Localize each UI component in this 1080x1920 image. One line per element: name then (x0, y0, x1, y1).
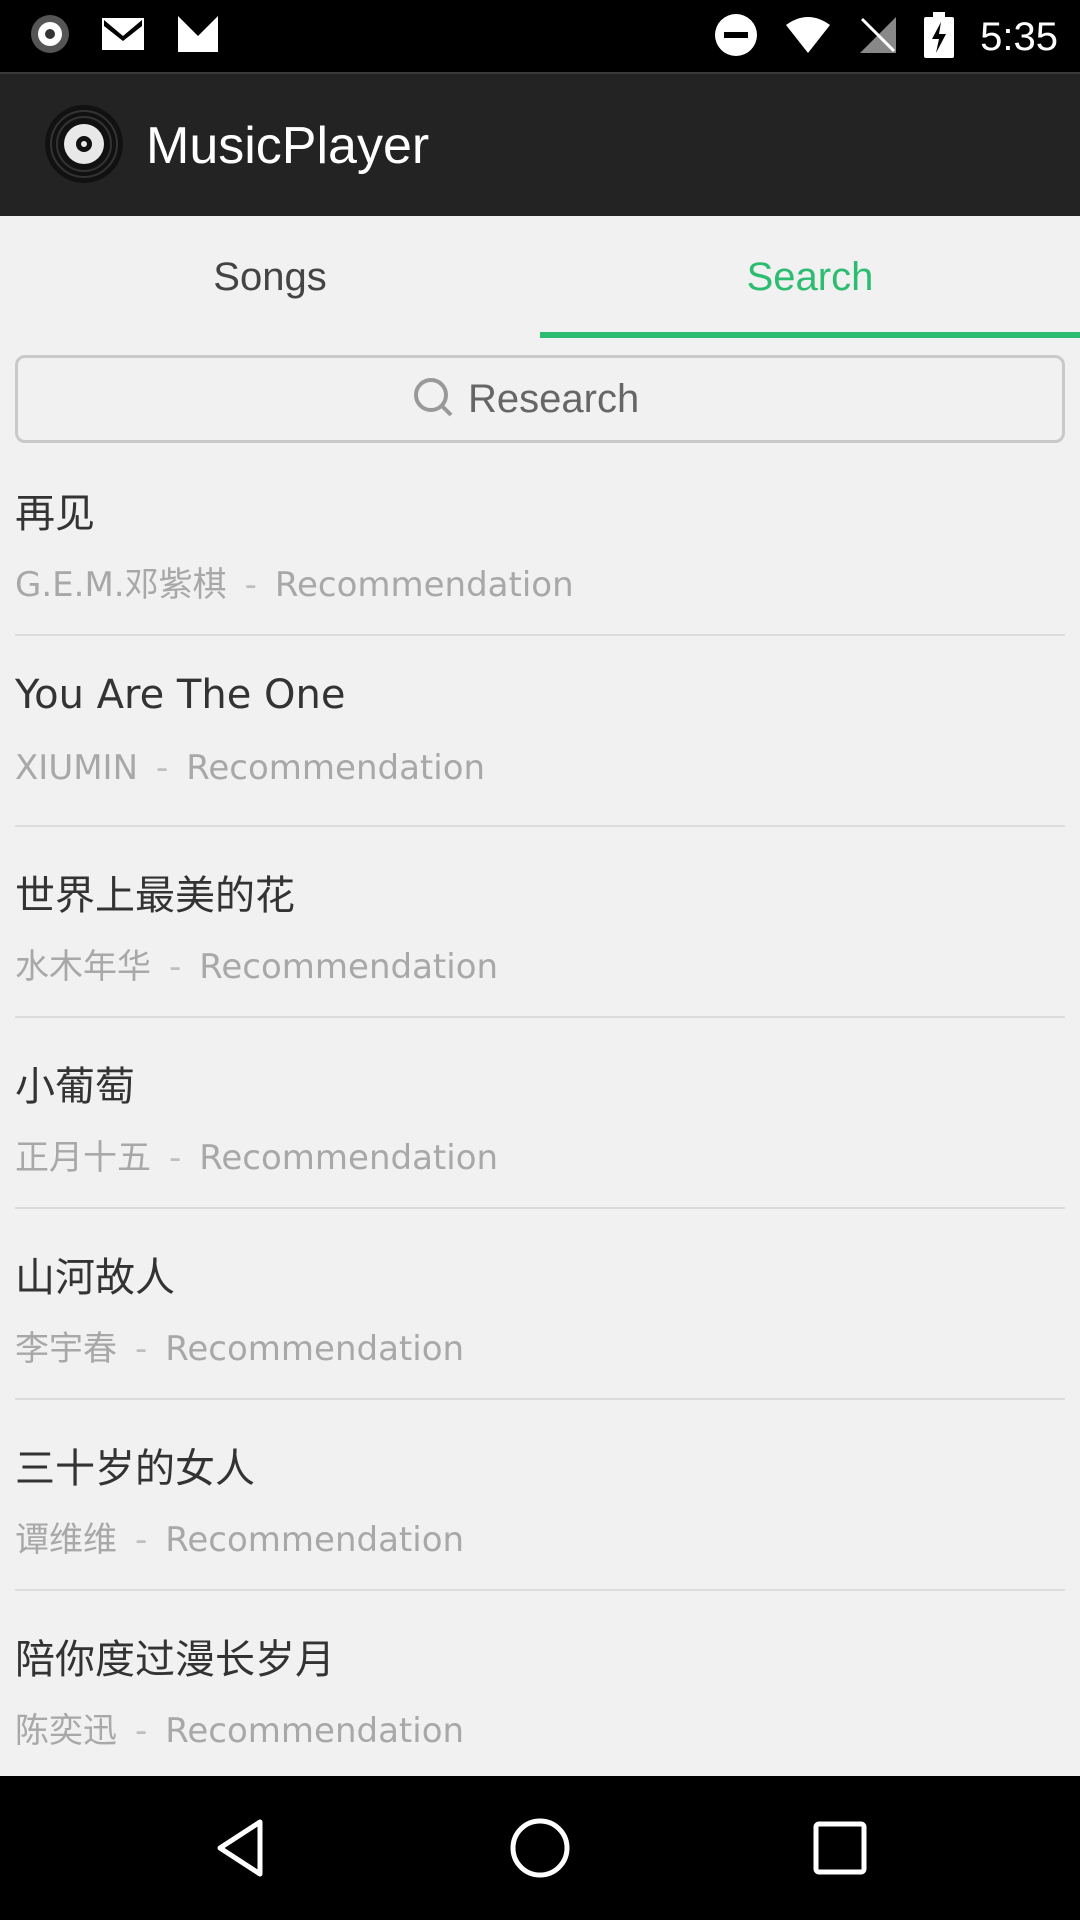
home-icon[interactable] (500, 1812, 580, 1884)
back-icon[interactable] (200, 1812, 280, 1884)
song-title: 三十岁的女人 (15, 1446, 255, 1492)
song-tag: Recommendation (274, 565, 574, 605)
tab-bar: Songs Search (0, 216, 1080, 338)
song-title: 山河故人 (15, 1255, 175, 1301)
song-meta: G.E.M.邓紫棋 - Recommendation (15, 557, 574, 606)
separator: - (169, 1138, 182, 1178)
list-item[interactable]: You Are The One XIUMIN - Recommendation (15, 636, 1065, 827)
music-disc-icon (30, 14, 70, 58)
list-item[interactable]: 小葡萄 正月十五 - Recommendation (15, 1018, 1065, 1209)
no-signal-icon (858, 15, 898, 59)
active-tab-indicator (540, 332, 1080, 338)
song-meta: XIUMIN - Recommendation (15, 748, 485, 788)
wifi-icon (784, 15, 832, 59)
tab-search[interactable]: Search (540, 216, 1080, 338)
list-item[interactable]: 山河故人 李宇春 - Recommendation (15, 1209, 1065, 1400)
search-results-list: 再见 G.E.M.邓紫棋 - Recommendation You Are The … (15, 445, 1065, 1782)
song-meta: 陈奕迅 - Recommendation (15, 1703, 464, 1752)
song-tag: Recommendation (165, 1520, 465, 1560)
song-artist: 谭维维 (15, 1520, 117, 1560)
separator: - (135, 1520, 148, 1560)
song-meta: 正月十五 - Recommendation (15, 1130, 498, 1179)
list-item[interactable]: 再见 G.E.M.邓紫棋 - Recommendation (15, 445, 1065, 636)
app-bar: MusicPlayer (0, 72, 1080, 216)
song-title: 陪你度过漫长岁月 (15, 1637, 335, 1683)
song-artist: 正月十五 (15, 1138, 151, 1178)
do-not-disturb-icon (714, 13, 758, 61)
list-item[interactable]: 世界上最美的花 水木年华 - Recommendation (15, 827, 1065, 1018)
song-title: You Are The One (15, 672, 346, 718)
song-tag: Recommendation (186, 748, 486, 788)
clock: 5:35 (980, 14, 1058, 59)
song-artist: G.E.M.邓紫棋 (15, 565, 227, 605)
app-title: MusicPlayer (146, 117, 430, 175)
vinyl-disc-icon (44, 104, 124, 184)
search-input[interactable] (468, 376, 668, 422)
search-box[interactable] (15, 355, 1065, 443)
song-meta: 谭维维 - Recommendation (15, 1512, 464, 1561)
song-title: 世界上最美的花 (15, 873, 295, 919)
gmail-icon (176, 14, 220, 58)
list-item[interactable]: 三十岁的女人 谭维维 - Recommendation (15, 1400, 1065, 1591)
song-artist: 陈奕迅 (15, 1711, 117, 1751)
song-tag: Recommendation (199, 947, 499, 987)
song-tag: Recommendation (199, 1138, 499, 1178)
search-icon (412, 376, 454, 422)
song-meta: 水木年华 - Recommendation (15, 939, 498, 988)
song-title: 再见 (15, 491, 95, 537)
song-tag: Recommendation (165, 1329, 465, 1369)
song-title: 小葡萄 (15, 1064, 135, 1110)
recents-icon[interactable] (800, 1812, 880, 1884)
gmail-icon (100, 16, 146, 56)
battery-charging-icon (924, 12, 955, 62)
tab-songs[interactable]: Songs (0, 216, 540, 338)
song-meta: 李宇春 - Recommendation (15, 1321, 464, 1370)
song-artist: 李宇春 (15, 1329, 117, 1369)
list-item[interactable]: 陪你度过漫长岁月 陈奕迅 - Recommendation (15, 1591, 1065, 1782)
separator: - (244, 565, 257, 605)
system-nav-bar (0, 1776, 1080, 1920)
separator: - (169, 947, 182, 987)
separator: - (156, 748, 169, 788)
status-bar: 5:35 (0, 0, 1080, 72)
song-artist: XIUMIN (15, 748, 139, 788)
separator: - (135, 1711, 148, 1751)
song-artist: 水木年华 (15, 947, 151, 987)
song-tag: Recommendation (165, 1711, 465, 1751)
separator: - (135, 1329, 148, 1369)
